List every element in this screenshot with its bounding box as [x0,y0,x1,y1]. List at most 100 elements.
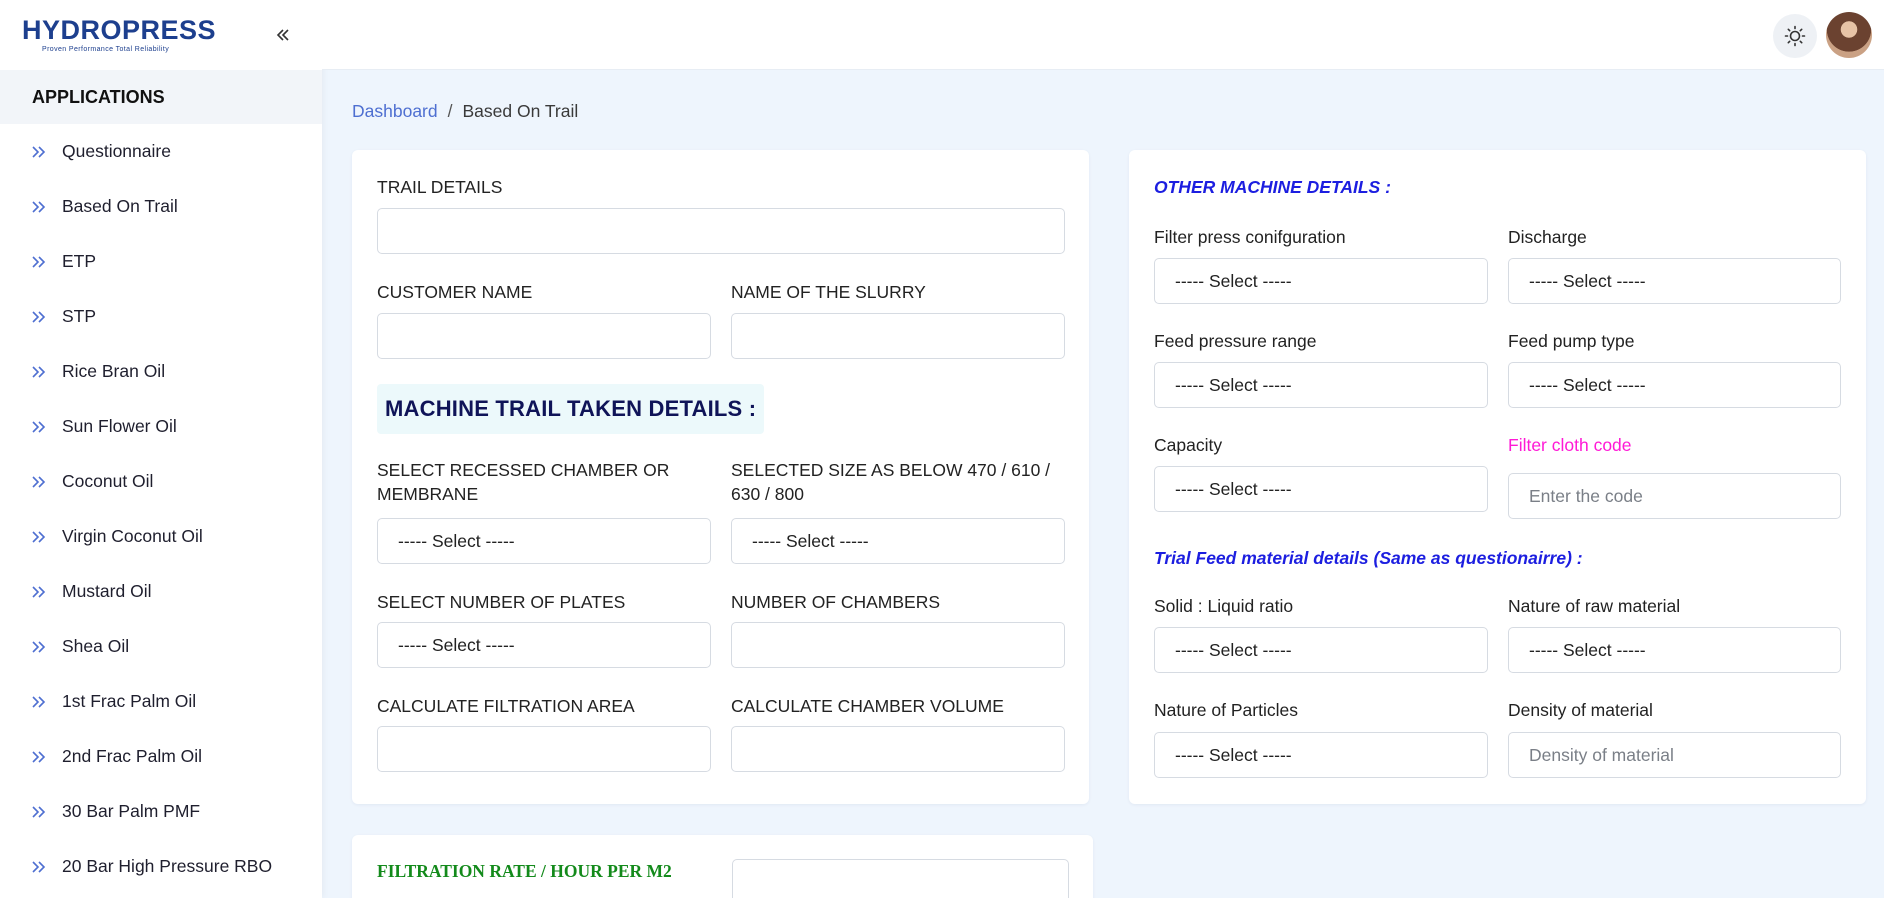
double-chevron-right-icon [30,145,48,159]
trail-details-label: TRAIL DETAILS [377,177,503,197]
user-avatar[interactable] [1826,12,1872,58]
double-chevron-right-icon [30,695,48,709]
sidebar-item-stp[interactable]: STP [0,289,322,344]
recessed-chamber-select[interactable]: ----- Select ----- [377,518,711,564]
logo-row: HYDROPRESS Proven Performance Total Reli… [0,0,322,70]
sidebar-item-mustard-oil[interactable]: Mustard Oil [0,564,322,619]
customer-name-label: CUSTOMER NAME [377,282,533,302]
sidebar-item-label: 20 Bar High Pressure RBO [62,856,273,876]
sidebar-item-label: Mustard Oil [62,581,152,601]
sidebar-item-30-bar-palm-pmf[interactable]: 30 Bar Palm PMF [0,784,322,839]
double-chevron-right-icon [30,530,48,544]
number-of-chambers-input[interactable] [731,622,1065,668]
sidebar-item-label: Based On Trail [62,196,178,216]
collapse-sidebar-button[interactable] [272,22,294,48]
double-chevron-right-icon [30,200,48,214]
sidebar-item-2nd-frac-palm-oil[interactable]: 2nd Frac Palm Oil [0,729,322,784]
feed-pump-type-label: Feed pump type [1508,331,1635,351]
slurry-name-input[interactable] [731,313,1065,359]
hydropress-logo[interactable]: HYDROPRESS Proven Performance Total Reli… [22,15,217,54]
feed-pressure-select[interactable]: ----- Select ----- [1154,362,1488,408]
filtration-rate-card: FILTRATION RATE / HOUR PER M2 [352,835,1093,898]
sidebar-item-etp[interactable]: ETP [0,234,322,289]
sidebar-item-label: Rice Bran Oil [62,361,166,381]
discharge-label: Discharge [1508,227,1587,247]
logo-tagline: Proven Performance Total Reliability [42,46,170,53]
trial-feed-material-title: Trial Feed material details (Same as que… [1154,548,1583,568]
sidebar-item-label: Virgin Coconut Oil [62,526,203,546]
sidebar-nav: Questionnaire Based On Trail ETP STP Ric… [0,124,322,894]
sidebar-item-label: STP [62,306,97,326]
sidebar-item-label: ETP [62,251,97,271]
double-chevron-right-icon [30,860,48,874]
filtration-rate-label: FILTRATION RATE / HOUR PER M2 [377,861,672,881]
sidebar-item-label: 30 Bar Palm PMF [62,801,201,821]
trail-details-card: TRAIL DETAILS CUSTOMER NAME NAME OF THE … [352,150,1089,804]
sidebar-item-based-on-trail[interactable]: Based On Trail [0,179,322,234]
sidebar-item-coconut-oil[interactable]: Coconut Oil [0,454,322,509]
density-label: Density of material [1508,700,1653,720]
discharge-select[interactable]: ----- Select ----- [1508,258,1841,304]
sidebar-item-sun-flower-oil[interactable]: Sun Flower Oil [0,399,322,454]
sidebar-item-label: 2nd Frac Palm Oil [62,746,203,766]
sidebar-item-shea-oil[interactable]: Shea Oil [0,619,322,674]
filtration-area-input[interactable] [377,726,711,772]
topbar [322,0,1884,70]
sidebar-item-20-bar-high-pressure-rbo[interactable]: 20 Bar High Pressure RBO [0,839,322,894]
sidebar-item-rice-bran-oil[interactable]: Rice Bran Oil [0,344,322,399]
sidebar: HYDROPRESS Proven Performance Total Reli… [0,0,322,898]
filtration-rate-input[interactable] [732,859,1069,898]
sidebar-item-1st-frac-palm-oil[interactable]: 1st Frac Palm Oil [0,674,322,729]
solid-liquid-ratio-label: Solid : Liquid ratio [1154,596,1294,616]
solid-liquid-ratio-select[interactable]: ----- Select ----- [1154,627,1488,673]
sidebar-item-label: Coconut Oil [62,471,154,491]
capacity-select[interactable]: ----- Select ----- [1154,466,1488,512]
density-input[interactable]: Density of material [1508,732,1841,778]
sidebar-item-questionnaire[interactable]: Questionnaire [0,124,322,179]
double-chevron-right-icon [30,640,48,654]
selected-size-select[interactable]: ----- Select ----- [731,518,1065,564]
feed-pressure-label: Feed pressure range [1154,331,1317,351]
filter-press-config-select[interactable]: ----- Select ----- [1154,258,1488,304]
customer-name-input[interactable] [377,313,711,359]
breadcrumb-dashboard-link[interactable]: Dashboard [352,101,438,122]
breadcrumb: Dashboard / Based On Trail [352,101,578,122]
machine-trail-section-title: MACHINE TRAIL TAKEN DETAILS : [377,384,765,434]
raw-material-label: Nature of raw material [1508,596,1681,616]
particles-label: Nature of Particles [1154,700,1298,720]
other-machine-details-title: OTHER MACHINE DETAILS : [1154,177,1391,197]
chamber-volume-input[interactable] [731,726,1065,772]
selected-size-label: SELECTED SIZE AS BELOW 470 / 610 / 630 /… [731,460,1051,504]
theme-toggle-button[interactable] [1773,14,1817,58]
sidebar-item-label: Shea Oil [62,636,130,656]
double-chevron-right-icon [30,805,48,819]
number-of-plates-select[interactable]: ----- Select ----- [377,622,711,668]
trail-details-input[interactable] [377,208,1065,254]
double-chevron-right-icon [30,750,48,764]
particles-select[interactable]: ----- Select ----- [1154,732,1488,778]
double-chevron-right-icon [30,475,48,489]
sidebar-item-label: 1st Frac Palm Oil [62,691,197,711]
breadcrumb-current: Based On Trail [462,101,579,121]
raw-material-select[interactable]: ----- Select ----- [1508,627,1841,673]
applications-header: APPLICATIONS [0,70,322,124]
double-chevron-left-icon [276,29,289,41]
sun-icon [1784,25,1806,47]
number-of-plates-label: SELECT NUMBER OF PLATES [377,592,626,612]
filter-press-config-label: Filter press conifguration [1154,227,1346,247]
double-chevron-right-icon [30,255,48,269]
sidebar-item-label: Questionnaire [62,141,171,161]
logo-text: HYDROPRESS [22,15,217,45]
double-chevron-right-icon [30,420,48,434]
filter-cloth-code-label: Filter cloth code [1508,435,1632,455]
slurry-name-label: NAME OF THE SLURRY [731,282,926,302]
feed-pump-type-select[interactable]: ----- Select ----- [1508,362,1841,408]
double-chevron-right-icon [30,365,48,379]
recessed-chamber-label: SELECT RECESSED CHAMBER OR MEMBRANE [377,460,670,504]
number-of-chambers-label: NUMBER OF CHAMBERS [731,592,941,612]
capacity-label: Capacity [1154,435,1223,455]
filtration-area-label: CALCULATE FILTRATION AREA [377,696,635,716]
sidebar-item-virgin-coconut-oil[interactable]: Virgin Coconut Oil [0,509,322,564]
double-chevron-right-icon [30,585,48,599]
filter-cloth-code-input[interactable]: Enter the code [1508,473,1841,519]
